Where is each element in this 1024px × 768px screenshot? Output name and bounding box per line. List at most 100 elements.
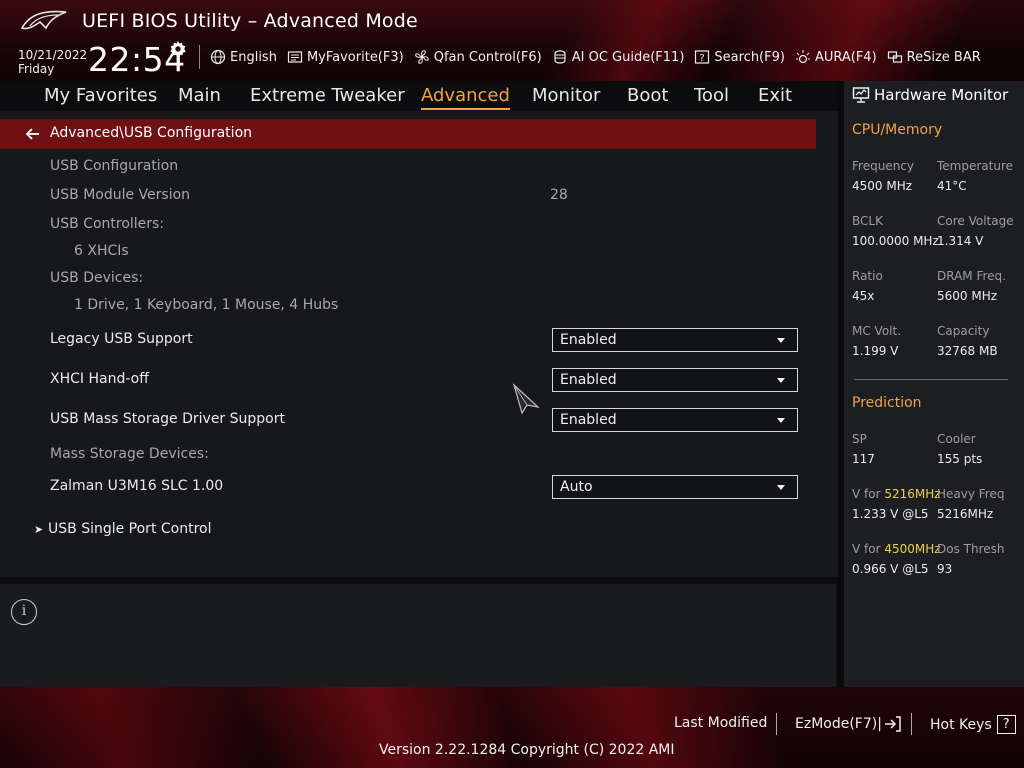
tab-boot[interactable]: Boot [627,85,668,106]
usb-module-version-label: USB Module Version [50,187,191,203]
legacy-usb-support-value: Enabled [560,332,617,348]
search-question-icon: ? [695,50,710,64]
bclk-label: BCLK [852,214,883,228]
dos-thresh-label: Dos Thresh [937,542,1005,556]
xhci-handoff-value: Enabled [560,372,617,388]
legacy-usb-support-dropdown[interactable]: Enabled [552,328,798,352]
language-button[interactable]: English [210,49,277,65]
footer-bar: Last Modified EzMode(F7)| Hot Keys ? Ver… [0,687,1024,768]
help-panel: i [0,584,836,687]
version-text: Version 2.22.1284 Copyright (C) 2022 AMI [379,742,675,758]
resize-bar-label: ReSize BAR [906,49,981,65]
exit-arrow-icon [884,716,901,732]
tab-my-favorites[interactable]: My Favorites [44,85,157,106]
ai-oc-guide-label: AI OC Guide(F11) [571,49,685,65]
search-button[interactable]: ? Search(F9) [694,49,785,65]
v-for-4500-freq: 4500MHz [884,542,941,556]
xhci-handoff-label: XHCI Hand-off [50,371,149,387]
sp-value: 117 [852,452,875,466]
tab-extreme-tweaker[interactable]: Extreme Tweaker [250,85,405,106]
hot-keys-label: Hot Keys [930,716,992,733]
last-modified-button[interactable]: Last Modified [674,715,767,731]
capacity-label: Capacity [937,324,990,338]
usb-configuration-heading: USB Configuration [50,158,179,174]
mouse-cursor-icon [512,383,540,415]
mass-storage-devices-label: Mass Storage Devices: [50,446,209,462]
myfavorite-label: MyFavorite(F3) [306,49,404,65]
v-for-5216-label: V for 5216MHz [852,487,941,501]
hot-keys-button[interactable]: Hot Keys ? [930,715,1016,734]
rog-logo-icon [20,10,67,30]
dos-thresh-value: 93 [937,562,953,576]
hardware-monitor-panel: Hardware Monitor CPU/Memory Frequency Te… [844,81,1024,687]
mc-volt-value: 1.199 V [852,344,899,358]
sp-label: SP [852,432,867,446]
legacy-usb-support-label: Legacy USB Support [50,331,193,347]
back-arrow-icon[interactable] [24,125,42,143]
frequency-label: Frequency [852,159,914,173]
caret-down-icon [777,378,785,383]
caret-down-icon [777,485,785,490]
settings-panel: Advanced\USB Configuration USB Configura… [0,111,838,577]
core-voltage-value: 1.314 V [937,234,984,248]
cooler-value: 155 pts [937,452,983,466]
cooler-label: Cooler [937,432,976,446]
v-for-prefix: V for [852,487,885,501]
usb-controllers-value: 6 XHCIs [74,243,129,259]
mass-storage-driver-dropdown[interactable]: Enabled [552,408,798,432]
zalman-device-dropdown[interactable]: Auto [552,475,798,499]
ai-chip-icon [554,50,566,64]
tab-tool[interactable]: Tool [694,85,729,106]
footer-divider [776,713,777,735]
search-label: Search(F9) [714,49,785,65]
usb-single-port-control-link[interactable]: ➤ USB Single Port Control [34,521,212,537]
ratio-value: 45x [852,289,875,303]
chevron-right-icon: ➤ [34,523,44,536]
frequency-value: 4500 MHz [852,179,913,193]
mc-volt-label: MC Volt. [852,324,902,338]
caret-down-icon [777,418,785,423]
capacity-value: 32768 MB [937,344,998,358]
ezmode-label: EzMode(F7)| [795,716,882,732]
tab-exit[interactable]: Exit [758,85,792,106]
tab-advanced[interactable]: Advanced [421,85,510,110]
ezmode-button[interactable]: EzMode(F7)| [795,715,902,733]
aura-light-icon [795,50,810,64]
question-icon: ? [996,715,1016,734]
heavy-freq-value: 5216MHz [937,507,994,521]
bclk-value: 100.0000 MHz [852,234,939,248]
qfan-control-button[interactable]: Qfan Control(F6) [414,49,542,65]
usb-single-port-control-label: USB Single Port Control [48,521,212,537]
info-icon: i [11,599,37,625]
v-for-prefix: V for [852,542,885,556]
zalman-device-value: Auto [560,479,593,495]
v-for-4500-value: 0.966 V @L5 [852,562,929,576]
hardware-monitor-title: Hardware Monitor [852,86,1008,104]
header-bar: UEFI BIOS Utility – Advanced Mode 10/21/… [0,0,1024,81]
aura-button[interactable]: AURA(F4) [795,49,877,65]
usb-devices-label: USB Devices: [50,270,144,286]
usb-module-version-value: 28 [550,187,568,203]
tab-main[interactable]: Main [178,85,221,106]
toolbar: English MyFavorite(F3) Qfan Control(F6) … [210,46,991,68]
ai-oc-guide-button[interactable]: AI OC Guide(F11) [552,49,685,65]
resize-bar-icon [887,51,902,63]
dram-freq-value: 5600 MHz [937,289,998,303]
dram-freq-label: DRAM Freq. [937,269,1006,283]
v-for-5216-value: 1.233 V @L5 [852,507,929,521]
myfavorite-button[interactable]: MyFavorite(F3) [287,49,404,65]
resize-bar-button[interactable]: ReSize BAR [887,49,981,65]
fan-icon [414,50,429,64]
day-text: Friday [18,62,55,76]
app-title: UEFI BIOS Utility – Advanced Mode [82,10,418,32]
mass-storage-driver-label: USB Mass Storage Driver Support [50,411,285,427]
tab-monitor[interactable]: Monitor [532,85,600,106]
prediction-heading: Prediction [852,395,922,411]
main-menu-bar: My Favorites Main Extreme Tweaker Advanc… [0,81,838,111]
language-label: English [230,49,277,65]
hardware-monitor-label: Hardware Monitor [874,86,1009,104]
zalman-device-label: Zalman U3M16 SLC 1.00 [50,478,224,494]
xhci-handoff-dropdown[interactable]: Enabled [552,368,798,392]
gear-icon[interactable] [169,40,187,58]
svg-text:?: ? [700,53,705,64]
